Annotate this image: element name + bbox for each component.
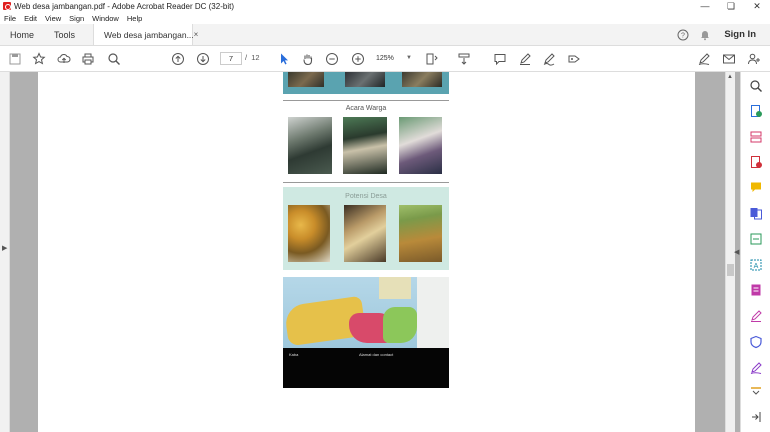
- hand-tool-icon[interactable]: [300, 51, 316, 67]
- sign-pen-icon[interactable]: [696, 51, 712, 67]
- sign-in-button[interactable]: Sign In: [716, 24, 770, 45]
- select-cursor-icon[interactable]: [276, 51, 292, 67]
- divider-middle: [283, 182, 449, 183]
- toolbar: 7 / 12 125% ▼: [0, 46, 770, 72]
- tab-tools[interactable]: Tools: [44, 24, 85, 45]
- next-page-icon[interactable]: [195, 51, 211, 67]
- menu-view[interactable]: View: [41, 14, 65, 23]
- combine-files-icon[interactable]: [749, 206, 763, 220]
- menu-help[interactable]: Help: [123, 14, 146, 23]
- acrobat-logo-icon: [3, 2, 11, 10]
- section-title-acara-warga: Acara Warga: [345, 105, 387, 112]
- map-note: [379, 277, 411, 299]
- tab-bar: Home Tools Web desa jambangan... × ? Sig…: [0, 24, 770, 46]
- notification-bell-icon[interactable]: [694, 24, 716, 45]
- comment-icon[interactable]: [492, 51, 508, 67]
- tab-spacer: [193, 24, 672, 45]
- edit-pdf-icon[interactable]: [749, 283, 763, 297]
- photo-acara-1: [288, 117, 332, 174]
- menu-file[interactable]: File: [0, 14, 20, 23]
- photo-potensi-2: [344, 205, 386, 262]
- left-panel-toggle[interactable]: ▶: [0, 72, 10, 432]
- photo-potensi-3: [399, 205, 442, 262]
- scan-ocr-icon[interactable]: [749, 232, 763, 246]
- menu-sign[interactable]: Sign: [65, 14, 88, 23]
- photo-top-3: [402, 72, 442, 87]
- svg-text:?: ?: [681, 32, 685, 39]
- photo-acara-2: [343, 117, 387, 174]
- zoom-level-select[interactable]: 125% ▼: [376, 52, 414, 65]
- svg-text:A: A: [754, 263, 759, 270]
- right-tools-panel: ◀ A: [734, 72, 770, 432]
- page-number-input[interactable]: 7: [220, 52, 242, 65]
- map-region-green: [383, 307, 417, 343]
- email-icon[interactable]: [721, 51, 737, 67]
- section-potensi-desa: Potensi Desa: [283, 187, 449, 270]
- page-fit-icon[interactable]: [424, 51, 440, 67]
- zoom-out-icon[interactable]: [324, 51, 340, 67]
- highlight-pen-icon[interactable]: [517, 51, 533, 67]
- scroll-thumb[interactable]: [727, 264, 734, 276]
- cloud-upload-icon[interactable]: [56, 51, 72, 67]
- title-bar: Web desa jambangan.pdf - Adobe Acrobat R…: [0, 0, 770, 12]
- fill-sign-tool-icon[interactable]: [749, 309, 763, 323]
- previous-page-icon[interactable]: [170, 51, 186, 67]
- tab-home[interactable]: Home: [0, 24, 44, 45]
- print-icon[interactable]: [80, 51, 96, 67]
- footer-block: Kaba Alamat dan contact: [283, 348, 449, 388]
- send-for-signature-icon[interactable]: [749, 361, 763, 375]
- map-legend: [417, 277, 449, 348]
- organize-pages-icon[interactable]: [749, 130, 763, 144]
- section-title-potensi-desa: Potensi Desa: [345, 193, 387, 200]
- tab-document-label: Web desa jambangan...: [104, 29, 194, 40]
- draw-freehand-icon[interactable]: [541, 51, 557, 67]
- collapse-pane-icon[interactable]: [749, 410, 763, 424]
- enhance-scans-icon[interactable]: A: [749, 258, 763, 272]
- bookmark-star-icon[interactable]: [31, 51, 47, 67]
- export-pdf-icon[interactable]: [749, 104, 763, 118]
- divider-top: [283, 100, 449, 101]
- fill-sign-icon[interactable]: [566, 51, 582, 67]
- tab-document[interactable]: Web desa jambangan... ×: [93, 24, 198, 45]
- village-map: [283, 277, 449, 348]
- chevron-down-icon: ▼: [406, 55, 412, 61]
- photo-acara-3: [399, 117, 442, 174]
- photo-top-2: [345, 72, 385, 87]
- create-pdf-icon[interactable]: [749, 155, 763, 169]
- minimize-icon[interactable]: —: [692, 1, 718, 11]
- menu-bar: File Edit View Sign Window Help: [0, 12, 770, 24]
- footer-contact-text: Alamat dan contact: [359, 352, 394, 357]
- add-user-icon[interactable]: [746, 51, 762, 67]
- restore-icon[interactable]: ❏: [718, 1, 744, 12]
- menu-window[interactable]: Window: [88, 14, 123, 23]
- help-icon[interactable]: ?: [672, 24, 694, 45]
- collapse-right-panel-icon[interactable]: ◀: [734, 248, 739, 256]
- more-tools-chevron-icon[interactable]: [749, 386, 763, 400]
- menu-edit[interactable]: Edit: [20, 14, 41, 23]
- comment-tool-icon[interactable]: [749, 180, 763, 194]
- expand-left-panel-icon[interactable]: ▶: [2, 244, 7, 252]
- zoom-in-icon[interactable]: [350, 51, 366, 67]
- search-icon[interactable]: [749, 79, 763, 93]
- photo-potensi-1: [288, 205, 330, 262]
- protect-shield-icon[interactable]: [749, 335, 763, 349]
- close-icon[interactable]: ✕: [744, 1, 770, 12]
- search-zoom-icon[interactable]: [106, 51, 122, 67]
- photo-top-1: [288, 72, 324, 87]
- gallery-top-band: [283, 72, 449, 94]
- zoom-level-value: 125%: [376, 55, 394, 62]
- save-icon[interactable]: [7, 51, 23, 67]
- scroll-up-icon[interactable]: ▲: [727, 74, 733, 80]
- window-title: Web desa jambangan.pdf - Adobe Acrobat R…: [14, 1, 234, 11]
- page-count: / 12: [245, 53, 260, 62]
- footer-left-text: Kaba: [289, 352, 299, 357]
- scroll-mode-icon[interactable]: [456, 51, 472, 67]
